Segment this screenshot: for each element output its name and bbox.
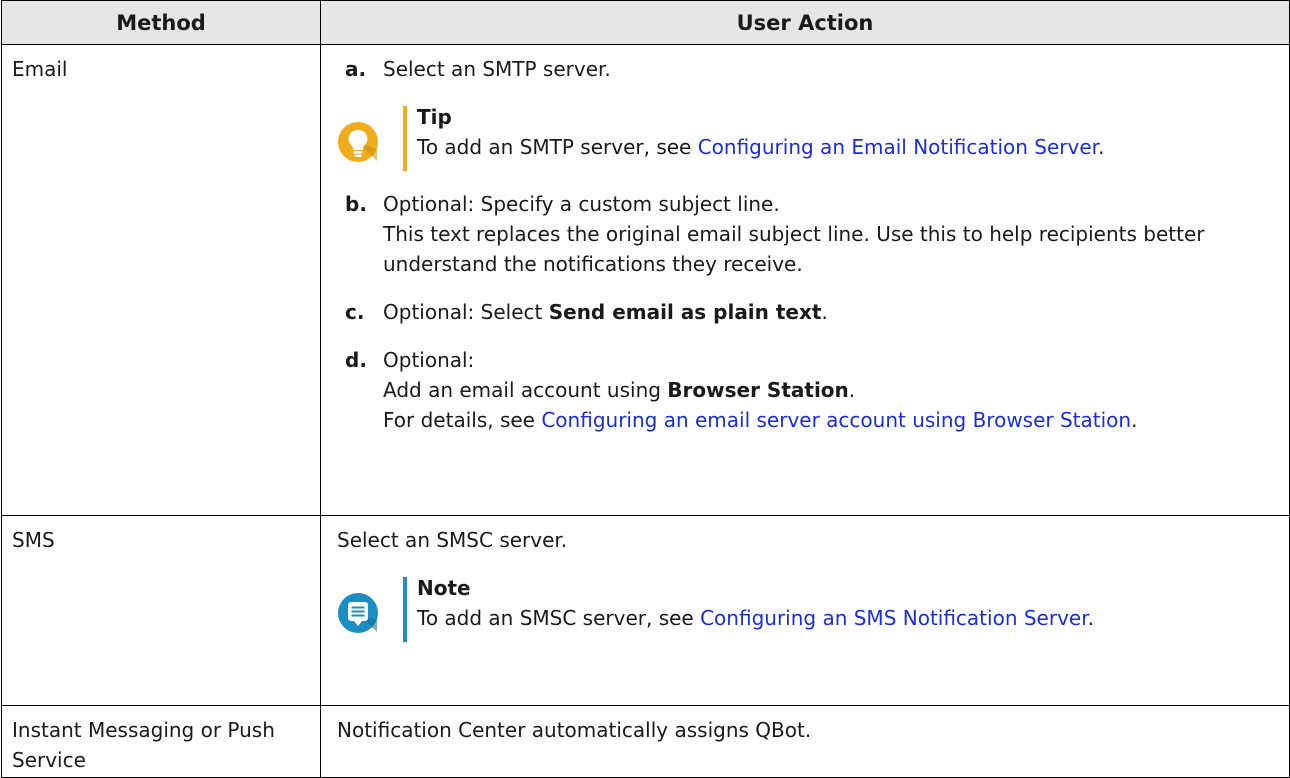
lightbulb-icon: [337, 102, 387, 171]
note-text-after: .: [1087, 606, 1094, 630]
tip-text-before: To add an SMTP server, see: [417, 135, 698, 159]
step-letter: d.: [345, 348, 367, 372]
method-cell-email: Email: [1, 44, 321, 516]
step-c-text-after: .: [821, 300, 828, 324]
step-body: Optional: Specify a custom subject line.…: [383, 189, 1283, 279]
note-text: To add an SMSC server, see Configuring a…: [417, 603, 1177, 633]
notification-method-table: Method User Action Email a. Select an SM…: [1, 0, 1290, 778]
step-letter: c.: [345, 300, 365, 324]
step-c: c. Optional: Select Send email as plain …: [345, 297, 1283, 327]
action-cell-email: a. Select an SMTP server. Tip To add an …: [320, 44, 1290, 516]
action-cell-sms: Select an SMSC server. Note To add an SM…: [320, 515, 1290, 706]
browser-station-label: Browser Station: [667, 378, 849, 402]
send-plain-text-option-label: Send email as plain text: [548, 300, 822, 324]
link-sms-notification-server[interactable]: Configuring an SMS Notification Server: [700, 606, 1088, 630]
sms-text: Select an SMSC server.: [337, 528, 568, 552]
note-callout: Note To add an SMSC server, see Configur…: [337, 573, 1283, 642]
link-browser-station-email-account[interactable]: Configuring an email server account usin…: [541, 408, 1131, 432]
note-speech-bubble-icon: [337, 573, 387, 642]
step-d-line1: Optional:: [383, 348, 475, 372]
header-user-action: User Action: [320, 0, 1290, 45]
header-method: Method: [1, 0, 321, 45]
step-d-line2-before: Add an email account using: [383, 378, 668, 402]
step-b-line2: This text replaces the original email su…: [383, 222, 1205, 276]
note-body: Note To add an SMSC server, see Configur…: [417, 573, 1177, 633]
tip-text-after: .: [1098, 135, 1105, 159]
table-header-row: Method User Action: [1, 0, 1290, 45]
step-body: Optional: Select Send email as plain tex…: [383, 297, 1283, 327]
tip-accent-bar: [403, 106, 407, 171]
note-accent-bar: [403, 577, 407, 642]
tip-text: To add an SMTP server, see Configuring a…: [417, 132, 1177, 162]
method-cell-instant-messaging: Instant Messaging or Push Service: [1, 705, 321, 778]
note-title: Note: [417, 576, 471, 600]
step-b: b. Optional: Specify a custom subject li…: [345, 189, 1283, 279]
step-text: Select an SMTP server.: [383, 57, 611, 81]
tip-callout: Tip To add an SMTP server, see Configuri…: [337, 102, 1283, 171]
tip-title: Tip: [417, 105, 452, 129]
step-letter: a.: [345, 57, 367, 81]
step-d: d. Optional: Add an email account using …: [345, 345, 1283, 435]
step-b-line1: Optional: Specify a custom subject line.: [383, 192, 780, 216]
step-d-line3-before: For details, see: [383, 408, 542, 432]
method-cell-sms: SMS: [1, 515, 321, 706]
step-d-line3: For details, see Configuring an email se…: [383, 405, 1283, 435]
table-row-instant-messaging: Instant Messaging or Push Service Notifi…: [1, 705, 1290, 778]
step-d-line2: Add an email account using Browser Stati…: [383, 375, 1283, 405]
action-cell-instant-messaging: Notification Center automatically assign…: [320, 705, 1290, 778]
note-text-before: To add an SMSC server, see: [417, 606, 701, 630]
step-a: a. Select an SMTP server.: [345, 54, 1283, 84]
link-email-notification-server[interactable]: Configuring an Email Notification Server: [698, 135, 1098, 159]
step-letter: b.: [345, 192, 367, 216]
step-body: Optional: Add an email account using Bro…: [383, 345, 1283, 435]
step-d-line2-after: .: [848, 378, 856, 402]
step-d-line3-after: .: [1131, 408, 1138, 432]
step-c-text-before: Optional: Select: [383, 300, 549, 324]
tip-body: Tip To add an SMTP server, see Configuri…: [417, 102, 1177, 162]
table-row-sms: SMS Select an SMSC server. Note To add a…: [1, 515, 1290, 706]
table-row-email: Email a. Select an SMTP server. Tip To a…: [1, 44, 1290, 516]
